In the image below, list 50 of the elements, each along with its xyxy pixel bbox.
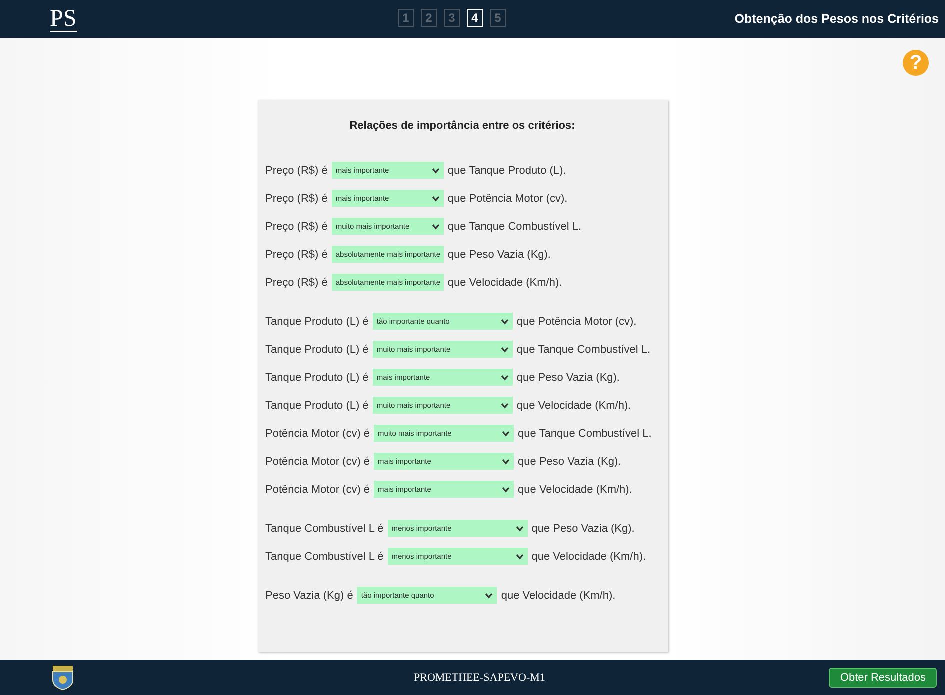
criterion-label: Preço (R$) é bbox=[266, 276, 328, 288]
criterion-label: que Velocidade (Km/h). bbox=[516, 400, 632, 412]
caret-icon bbox=[500, 374, 509, 380]
caret-icon bbox=[432, 168, 440, 174]
criterion-label: que Tanque Produto (L). bbox=[448, 164, 566, 176]
criterion-label: que Velocidade (Km/h). bbox=[448, 276, 562, 288]
shield-icon bbox=[52, 664, 74, 690]
caret-icon bbox=[516, 554, 524, 560]
criterion-label: Tanque Produto (L) é bbox=[266, 372, 369, 384]
criterion-label: Tanque Produto (L) é bbox=[266, 344, 369, 356]
criterion-label: que Velocidade (Km/h). bbox=[501, 590, 616, 602]
caret-icon bbox=[500, 346, 509, 352]
criterion-label: Preço (R$) é bbox=[266, 192, 328, 204]
results-button[interactable]: Obter Resultados bbox=[829, 668, 937, 688]
criterion-label: que Peso Vazia (Kg). bbox=[518, 456, 622, 468]
caret-icon bbox=[432, 224, 440, 230]
criterion-label: Potência Motor (cv) é bbox=[266, 484, 370, 496]
criterion-label: Preço (R$) é bbox=[266, 220, 328, 232]
criterion-label: Potência Motor (cv) é bbox=[266, 428, 370, 440]
caret-icon bbox=[516, 526, 524, 532]
caret-icon bbox=[432, 196, 440, 202]
criterion-label: que Peso Vazia (Kg). bbox=[448, 248, 551, 260]
criterion-label: que Potência Motor (cv). bbox=[448, 192, 568, 204]
caret-icon bbox=[502, 486, 510, 492]
page-title: Obtenção dos Pesos nos Critérios bbox=[734, 12, 939, 26]
panel-heading: Relações de importância entre os critérios: bbox=[348, 120, 576, 132]
criterion-label: que Tanque Combustível L. bbox=[518, 428, 652, 440]
criterion-label: que Tanque Combustível L. bbox=[516, 344, 651, 356]
step-tab[interactable]: 4 bbox=[467, 9, 483, 27]
criterion-label: que Velocidade (Km/h). bbox=[532, 550, 646, 562]
caret-icon bbox=[500, 402, 509, 408]
criterion-label: Tanque Combustível L é bbox=[266, 550, 384, 562]
criterion-label: que Velocidade (Km/h). bbox=[518, 484, 632, 496]
caret-icon bbox=[502, 430, 510, 436]
criterion-label: Potência Motor (cv) é bbox=[266, 456, 370, 468]
criterion-label: que Peso Vazia (Kg). bbox=[516, 372, 620, 384]
criterion-label: que Tanque Combustível L. bbox=[448, 220, 582, 232]
criterion-label: que Potência Motor (cv). bbox=[516, 316, 637, 328]
criterion-label: que Peso Vazia (Kg). bbox=[532, 522, 635, 534]
criterion-label: Peso Vazia (Kg) é bbox=[266, 590, 354, 602]
caret-icon bbox=[485, 592, 494, 598]
criterion-label: Tanque Combustível L é bbox=[266, 522, 384, 534]
app-logo: PS bbox=[50, 6, 77, 32]
caret-icon bbox=[502, 458, 510, 464]
app-name: PROMETHEE-SAPEVO-M1 bbox=[414, 672, 546, 684]
criterion-label: Tanque Produto (L) é bbox=[266, 316, 369, 328]
caret-icon bbox=[500, 318, 509, 324]
criterion-label: Tanque Produto (L) é bbox=[266, 400, 369, 412]
criterion-label: Preço (R$) é bbox=[266, 248, 328, 260]
criterion-label: Preço (R$) é bbox=[266, 164, 328, 176]
